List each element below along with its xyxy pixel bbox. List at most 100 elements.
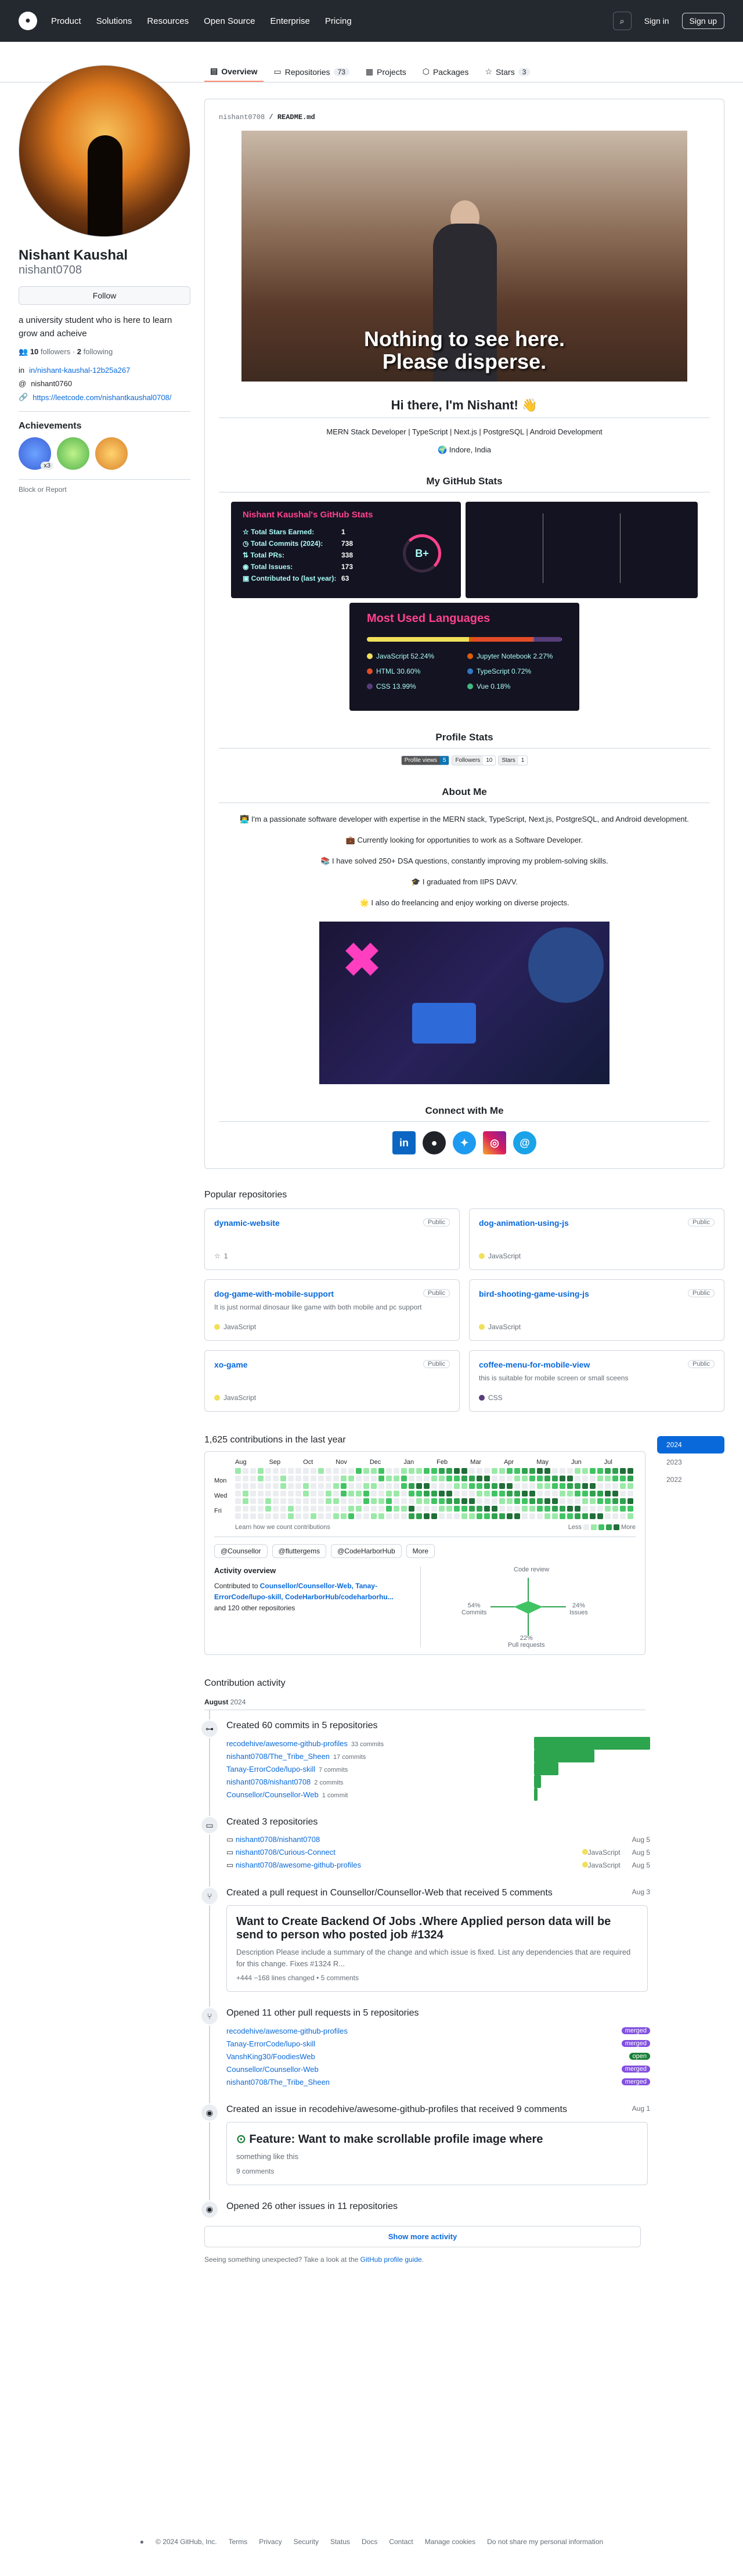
calendar-day-cell[interactable]	[582, 1498, 588, 1504]
footer-logo-icon[interactable]: ●	[140, 2538, 144, 2546]
calendar-day-cell[interactable]	[431, 1476, 437, 1481]
calendar-day-cell[interactable]	[446, 1506, 452, 1512]
calendar-day-cell[interactable]	[401, 1491, 407, 1496]
commit-count[interactable]: 17 commits	[333, 1754, 366, 1761]
calendar-day-cell[interactable]	[258, 1513, 264, 1519]
calendar-day-cell[interactable]	[356, 1506, 362, 1512]
calendar-day-cell[interactable]	[446, 1468, 452, 1474]
calendar-day-cell[interactable]	[537, 1498, 543, 1504]
calendar-day-cell[interactable]	[250, 1476, 256, 1481]
calendar-day-cell[interactable]	[560, 1506, 565, 1512]
calendar-day-cell[interactable]	[378, 1476, 384, 1481]
calendar-day-cell[interactable]	[529, 1513, 535, 1519]
calendar-day-cell[interactable]	[469, 1476, 475, 1481]
footer-cookies[interactable]: Manage cookies	[425, 2538, 475, 2546]
calendar-day-cell[interactable]	[567, 1491, 573, 1496]
calendar-day-cell[interactable]	[514, 1498, 520, 1504]
calendar-day-cell[interactable]	[552, 1513, 558, 1519]
calendar-day-cell[interactable]	[265, 1506, 271, 1512]
nav-resources[interactable]: Resources	[147, 16, 189, 26]
calendar-day-cell[interactable]	[612, 1468, 618, 1474]
calendar-day-cell[interactable]	[273, 1468, 279, 1474]
calendar-day-cell[interactable]	[620, 1491, 626, 1496]
calendar-day-cell[interactable]	[311, 1468, 316, 1474]
calendar-day-cell[interactable]	[431, 1491, 437, 1496]
followers-count[interactable]: 10	[30, 347, 38, 356]
calendar-day-cell[interactable]	[326, 1513, 331, 1519]
calendar-day-cell[interactable]	[295, 1498, 301, 1504]
show-more-activity-button[interactable]: Show more activity	[204, 2225, 641, 2247]
search-icon[interactable]: ⌕	[612, 12, 632, 30]
calendar-day-cell[interactable]	[620, 1498, 626, 1504]
calendar-day-cell[interactable]	[341, 1476, 347, 1481]
calendar-day-cell[interactable]	[363, 1513, 369, 1519]
calendar-day-cell[interactable]	[575, 1483, 580, 1489]
calendar-day-cell[interactable]	[582, 1491, 588, 1496]
calendar-day-cell[interactable]	[356, 1483, 362, 1489]
calendar-day-cell[interactable]	[378, 1483, 384, 1489]
calendar-day-cell[interactable]	[386, 1468, 392, 1474]
github-icon[interactable]: ●	[423, 1131, 446, 1154]
calendar-day-cell[interactable]	[627, 1468, 633, 1474]
calendar-day-cell[interactable]	[439, 1476, 445, 1481]
calendar-day-cell[interactable]	[273, 1506, 279, 1512]
tab-overview[interactable]: ▤ Overview	[204, 62, 264, 82]
calendar-day-cell[interactable]	[605, 1498, 611, 1504]
calendar-day-cell[interactable]	[544, 1513, 550, 1519]
twitter-icon[interactable]: ✦	[453, 1131, 476, 1154]
calendar-day-cell[interactable]	[537, 1483, 543, 1489]
calendar-day-cell[interactable]	[544, 1483, 550, 1489]
tab-repositories[interactable]: ▭ Repositories 73	[268, 62, 355, 82]
calendar-day-cell[interactable]	[499, 1506, 505, 1512]
calendar-day-cell[interactable]	[477, 1498, 482, 1504]
calendar-day-cell[interactable]	[235, 1468, 241, 1474]
calendar-day-cell[interactable]	[469, 1513, 475, 1519]
calendar-day-cell[interactable]	[492, 1513, 497, 1519]
calendar-day-cell[interactable]	[303, 1498, 309, 1504]
calendar-day-cell[interactable]	[552, 1506, 558, 1512]
org-fluttergems[interactable]: @fluttergems	[272, 1544, 327, 1558]
calendar-day-cell[interactable]	[416, 1483, 422, 1489]
calendar-day-cell[interactable]	[295, 1468, 301, 1474]
linkedin-icon[interactable]: in	[392, 1131, 416, 1154]
star-icon[interactable]: ☆	[214, 1252, 221, 1260]
calendar-day-cell[interactable]	[590, 1506, 596, 1512]
calendar-day-cell[interactable]	[409, 1513, 414, 1519]
calendar-day-cell[interactable]	[597, 1483, 603, 1489]
calendar-day-cell[interactable]	[439, 1483, 445, 1489]
calendar-day-cell[interactable]	[371, 1506, 377, 1512]
calendar-day-cell[interactable]	[560, 1476, 565, 1481]
calendar-day-cell[interactable]	[590, 1491, 596, 1496]
calendar-day-cell[interactable]	[590, 1483, 596, 1489]
calendar-day-cell[interactable]	[409, 1468, 414, 1474]
calendar-day-cell[interactable]	[280, 1483, 286, 1489]
year-2024[interactable]: 2024	[657, 1436, 724, 1454]
calendar-day-cell[interactable]	[514, 1506, 520, 1512]
calendar-day-cell[interactable]	[280, 1498, 286, 1504]
created-repo-link[interactable]: nishant0708/nishant0708	[236, 1835, 320, 1844]
commit-count[interactable]: 33 commits	[351, 1741, 384, 1748]
calendar-day-cell[interactable]	[522, 1491, 528, 1496]
calendar-day-cell[interactable]	[394, 1468, 399, 1474]
calendar-day-cell[interactable]	[386, 1513, 392, 1519]
calendar-day-cell[interactable]	[484, 1498, 490, 1504]
calendar-day-cell[interactable]	[612, 1491, 618, 1496]
calendar-day-cell[interactable]	[235, 1483, 241, 1489]
footer-terms[interactable]: Terms	[229, 2538, 248, 2546]
calendar-day-cell[interactable]	[333, 1513, 339, 1519]
calendar-day-cell[interactable]	[318, 1491, 324, 1496]
tab-projects[interactable]: ▦ Projects	[360, 62, 412, 82]
calendar-day-cell[interactable]	[386, 1491, 392, 1496]
calendar-day-cell[interactable]	[514, 1483, 520, 1489]
commit-repo-link[interactable]: nishant0708/nishant0708	[226, 1778, 311, 1786]
calendar-day-cell[interactable]	[469, 1491, 475, 1496]
calendar-day-cell[interactable]	[394, 1498, 399, 1504]
calendar-day-cell[interactable]	[280, 1476, 286, 1481]
calendar-day-cell[interactable]	[318, 1476, 324, 1481]
nav-pricing[interactable]: Pricing	[325, 16, 352, 26]
calendar-day-cell[interactable]	[597, 1491, 603, 1496]
calendar-day-cell[interactable]	[582, 1476, 588, 1481]
calendar-day-cell[interactable]	[416, 1491, 422, 1496]
calendar-day-cell[interactable]	[273, 1498, 279, 1504]
calendar-day-cell[interactable]	[605, 1491, 611, 1496]
